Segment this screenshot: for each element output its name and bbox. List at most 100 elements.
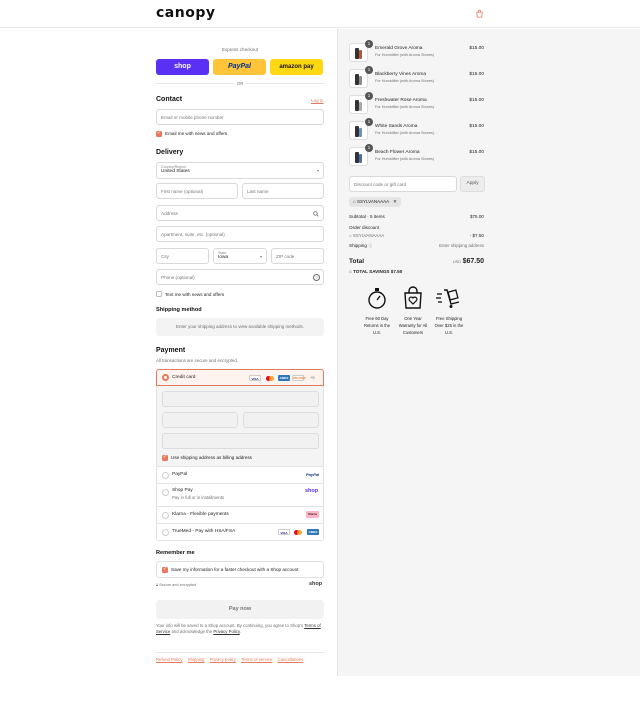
visa-icon: VISA	[249, 375, 261, 381]
secure-text: 🔒︎ Secure and encrypted	[156, 583, 196, 587]
discount-value: - $7.50	[469, 233, 484, 238]
truemed-option[interactable]: TrueMed - Pay with HSA/FSA VISA AMEX	[156, 524, 324, 541]
klarna-radio[interactable]	[162, 512, 169, 519]
login-link[interactable]: Log in	[311, 98, 324, 103]
perk-line: Free Shipping	[435, 316, 463, 321]
remember-me-heading: Remember me	[156, 550, 195, 556]
klarna-option[interactable]: Klarna - Flexible payments Klarna	[156, 507, 324, 524]
mastercard-icon	[293, 529, 303, 535]
item-name: White Sands Aroma	[375, 124, 418, 129]
savings-row: ⌂ TOTAL SAVINGS $7.50	[349, 269, 402, 274]
discount-tag-code: SSYLVANAAAA	[356, 199, 389, 204]
close-icon[interactable]: ✕	[393, 199, 397, 204]
apartment-input[interactable]: Apartment, suite, etc. (optional)	[156, 226, 324, 242]
city-input[interactable]: City	[156, 248, 209, 264]
info-icon[interactable]: ⓘ	[368, 243, 372, 248]
cart-item: 1 White Sands Aroma For Humidifier (with…	[349, 118, 484, 141]
state-select[interactable]: State Iowa ▾	[213, 248, 267, 264]
shipping-method-heading: Shipping method	[156, 307, 202, 313]
footer-link-cancellations[interactable]: Cancellations	[278, 657, 304, 662]
paypal-label: PayPal	[172, 472, 188, 477]
pay-now-button[interactable]: Pay now	[156, 600, 324, 619]
amazon-pay-button[interactable]: amazon pay	[270, 59, 323, 75]
cart-item: 1 Emerald Grove Aroma For Humidifier (wi…	[349, 40, 484, 63]
expiration-field[interactable]	[162, 412, 238, 428]
shipping-method-message: Enter your shipping address to view avai…	[156, 318, 324, 336]
item-sub: For Humidifier (with Aroma Stones)	[375, 105, 435, 109]
total-value: $67.50	[462, 258, 484, 265]
shipping-row: Shipping ⓘ	[349, 243, 372, 249]
klarna-label: Klarna - Flexible payments	[172, 512, 229, 517]
discount-code-label: SSYLVANAAAA	[352, 233, 385, 238]
shop-footer-logo: shop	[309, 581, 323, 587]
zip-input[interactable]: ZIP code	[271, 248, 324, 264]
shop-pay-option[interactable]: Shop Pay Pay in full or in installments …	[156, 484, 324, 507]
paypal-logo-icon: PayPal	[306, 472, 320, 477]
quantity-badge: 1	[365, 66, 373, 74]
footer-divider	[156, 652, 324, 653]
shipping-value: Enter shipping address	[439, 243, 484, 248]
footer-link-refund[interactable]: Refund Policy	[156, 657, 183, 662]
heart-bag-icon	[400, 286, 426, 310]
visa-icon: VISA	[278, 529, 290, 535]
delivery-cart-icon	[436, 286, 462, 310]
bag-icon[interactable]	[475, 9, 484, 18]
apply-button[interactable]: Apply	[460, 176, 485, 192]
secure-label: Secure and encrypted	[159, 583, 197, 587]
product-thumbnail: 1	[349, 92, 373, 114]
paypal-option[interactable]: PayPal PayPal	[156, 467, 324, 484]
footer-link-shipping[interactable]: Shipping	[188, 657, 205, 662]
shop-pay-button[interactable]: shop	[156, 59, 209, 75]
product-thumbnail: 1	[349, 118, 373, 140]
discount-code-input[interactable]: Discount code or gift card	[349, 176, 457, 192]
footer-link-terms[interactable]: Terms of service	[241, 657, 272, 662]
item-sub: For Humidifier (with Aroma Stones)	[375, 131, 435, 135]
card-number-field[interactable]	[162, 391, 319, 407]
express-checkout-title: Express checkout	[221, 47, 259, 52]
name-on-card-field[interactable]	[162, 433, 319, 449]
save-info-checkbox[interactable]	[162, 566, 168, 573]
country-value: United States	[161, 169, 190, 174]
phone-input[interactable]: Phone (optional) ?	[156, 269, 324, 285]
country-select[interactable]: Country/Region United States ▾	[156, 162, 324, 179]
cart-item: 1 Blackberry Vines Aroma For Humidifier …	[349, 66, 484, 89]
last-name-input[interactable]: Last name	[242, 183, 324, 199]
credit-card-label: Credit card	[172, 375, 196, 380]
savings-value: $7.50	[390, 269, 403, 274]
truemed-label: TrueMed - Pay with HSA/FSA	[172, 529, 236, 534]
quantity-badge: 1	[365, 40, 373, 48]
save-info-label: Save my information for a faster checkou…	[171, 567, 299, 572]
item-name: Beach Flower Aroma	[375, 150, 420, 155]
billing-same-label: Use shipping address as billing address	[171, 455, 252, 460]
legal-mid: and acknowledge the	[171, 629, 213, 634]
lock-icon: 🔒︎	[156, 583, 159, 587]
help-icon[interactable]: ?	[313, 274, 320, 281]
text-news-checkbox[interactable]	[156, 291, 162, 297]
shop-pay-radio[interactable]	[162, 489, 169, 496]
shop-logo-icon: shop	[305, 488, 319, 494]
truemed-radio[interactable]	[162, 529, 169, 536]
subtotal-label: Subtotal · 5 items	[349, 214, 385, 219]
payment-subtitle: All transactions are secure and encrypte…	[156, 358, 239, 363]
discount-code-row: ⌂ SSYLVANAAAA	[349, 233, 384, 238]
order-discount-label: Order discount	[349, 225, 380, 230]
billing-same-checkbox[interactable]	[162, 454, 168, 461]
footer-link-privacy[interactable]: Privacy policy	[210, 657, 236, 662]
item-name: Emerald Grove Aroma	[375, 46, 423, 51]
email-news-checkbox[interactable]	[156, 130, 162, 137]
credit-card-option[interactable]: Credit card VISA AMEX DISCOVER +5	[156, 369, 324, 386]
address-input[interactable]: Address	[156, 205, 324, 221]
card-form: Use shipping address as billing address	[156, 386, 324, 467]
paypal-button[interactable]: PayPal	[213, 59, 266, 75]
paypal-radio[interactable]	[162, 472, 169, 479]
security-code-field[interactable]	[243, 412, 319, 428]
mastercard-icon	[265, 375, 275, 381]
email-phone-input[interactable]: Email or mobile phone number	[156, 109, 324, 125]
privacy-link[interactable]: Privacy Policy	[213, 629, 239, 634]
logo[interactable]: canopy	[156, 5, 215, 21]
address-placeholder: Address	[161, 211, 178, 216]
credit-card-radio[interactable]	[162, 374, 169, 381]
legal-prefix: Your info will be saved to a Shop accoun…	[156, 623, 304, 628]
first-name-input[interactable]: First name (optional)	[156, 183, 238, 199]
product-thumbnail: 1	[349, 66, 373, 88]
